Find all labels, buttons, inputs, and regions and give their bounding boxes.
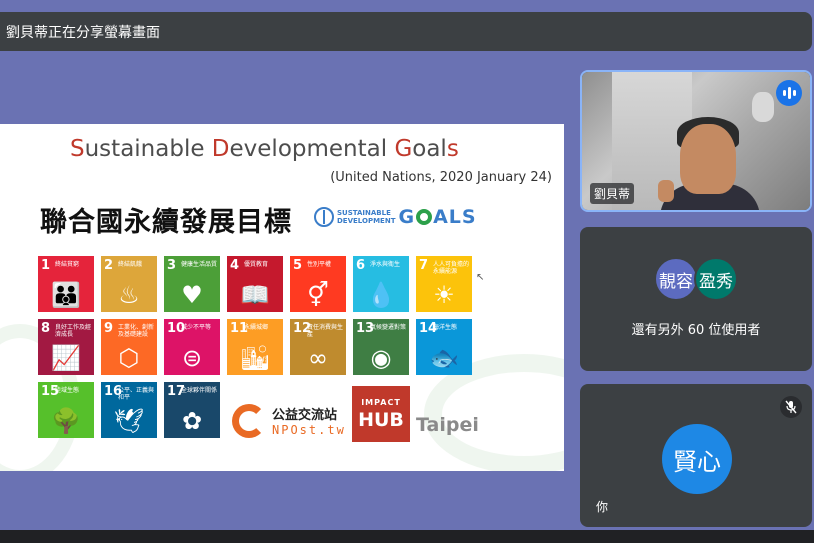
sdg-tile-14: 14 海洋生態 🐟 xyxy=(416,319,472,375)
person-face xyxy=(680,124,736,194)
avatar: 盈秀 xyxy=(694,257,738,301)
participant-tile-presenter[interactable]: 劉貝蒂 xyxy=(580,70,812,212)
avatar: 靚容 xyxy=(654,257,698,301)
growth-icon: 📈 xyxy=(51,344,81,372)
lamp-icon xyxy=(752,92,774,122)
un-globe-icon xyxy=(314,207,334,227)
sdg-tile-15: 15 陸域生態 🌳 xyxy=(38,382,94,438)
sdg-tile-2: 2 終結飢餓 ♨ xyxy=(101,256,157,312)
sdg-tile-4: 4 優質教育 📖 xyxy=(227,256,283,312)
sdg-tile-5: 5 性別平權 ⚥ xyxy=(290,256,346,312)
sdg-tile-8: 8 良好工作及經濟成長 📈 xyxy=(38,319,94,375)
water-icon: 💧 xyxy=(366,281,396,309)
sdg-wheel-icon xyxy=(416,209,433,225)
infinity-icon: ∞ xyxy=(308,344,328,372)
slide-cn-title: 聯合國永續發展目標 xyxy=(40,207,292,238)
mouse-cursor-icon: ↖ xyxy=(476,272,485,283)
sdg-tile-11: 11 永續城鄉 🏙 xyxy=(227,319,283,375)
book-icon: 📖 xyxy=(240,281,270,309)
dove-icon: 🕊 xyxy=(113,407,145,435)
participant-tile-self[interactable]: 賢心 你 xyxy=(580,384,812,527)
mic-off-icon xyxy=(780,396,802,418)
slide-title: Sustainable Developmental Goals xyxy=(70,136,459,162)
cubes-icon: ⬡ xyxy=(118,344,140,372)
sdg-tile-12: 12 責任消費與生產 ∞ xyxy=(290,319,346,375)
npost-ring-icon xyxy=(232,404,266,438)
bowl-icon: ♨ xyxy=(118,281,140,309)
screen-share-banner: 劉貝蒂正在分享螢幕畫面 xyxy=(0,12,812,51)
sdg-tile-17: 17 全球夥伴關係 ✿ xyxy=(164,382,220,438)
npost-logo: 公益交流站 NPOst.tw xyxy=(232,398,344,442)
eye-icon: ◉ xyxy=(370,344,392,372)
slide-date: (United Nations, 2020 January 24) xyxy=(330,170,552,185)
avatar: 賢心 xyxy=(662,424,732,494)
impact-hub-logo: IMPACT HUB xyxy=(352,386,410,442)
family-icon: 👪 xyxy=(51,281,81,309)
other-participants-count: 還有另外 60 位使用者 xyxy=(631,323,761,338)
participant-name: 你 xyxy=(596,500,609,514)
participant-name: 劉貝蒂 xyxy=(590,183,635,204)
taipei-logo-text: Taipei xyxy=(416,414,479,436)
shared-slide: Sustainable Developmental Goals (United … xyxy=(0,124,564,471)
sun-icon: ☀ xyxy=(433,281,455,309)
screen-share-text: 劉貝蒂正在分享螢幕畫面 xyxy=(6,24,160,41)
city-icon: 🏙 xyxy=(239,344,271,372)
fish-icon: 🐟 xyxy=(429,344,459,372)
sdg-tile-9: 9 工業化、創新及基礎建設 ⬡ xyxy=(101,319,157,375)
sdg-tile-10: 10 減少不平等 ⊜ xyxy=(164,319,220,375)
sdg-tile-6: 6 淨水與衛生 💧 xyxy=(353,256,409,312)
sdg-goals-logo: SUSTAINABLE DEVELOPMENT G ALS xyxy=(314,206,477,228)
sdg-tile-16: 16 公平、正義與和平 🕊 xyxy=(101,382,157,438)
tree-icon: 🌳 xyxy=(51,407,81,435)
sdg-tile-3: 3 健康生活品質 ♥ xyxy=(164,256,220,312)
heartbeat-icon: ♥ xyxy=(181,281,203,309)
participant-tile-others[interactable]: 靚容 盈秀 還有另外 60 位使用者 xyxy=(580,227,812,371)
speaking-indicator-icon xyxy=(776,80,802,106)
bottom-bar xyxy=(0,530,814,543)
flower-icon: ✿ xyxy=(181,407,203,435)
gender-icon: ⚥ xyxy=(307,281,329,309)
equal-icon: ⊜ xyxy=(181,344,203,372)
sdg-tile-13: 13 氣候變遷對策 ◉ xyxy=(353,319,409,375)
sdg-tile-1: 1 終結貧窮 👪 xyxy=(38,256,94,312)
sdg-tile-7: 7 人人可負擔的永續能源 ☀ xyxy=(416,256,472,312)
